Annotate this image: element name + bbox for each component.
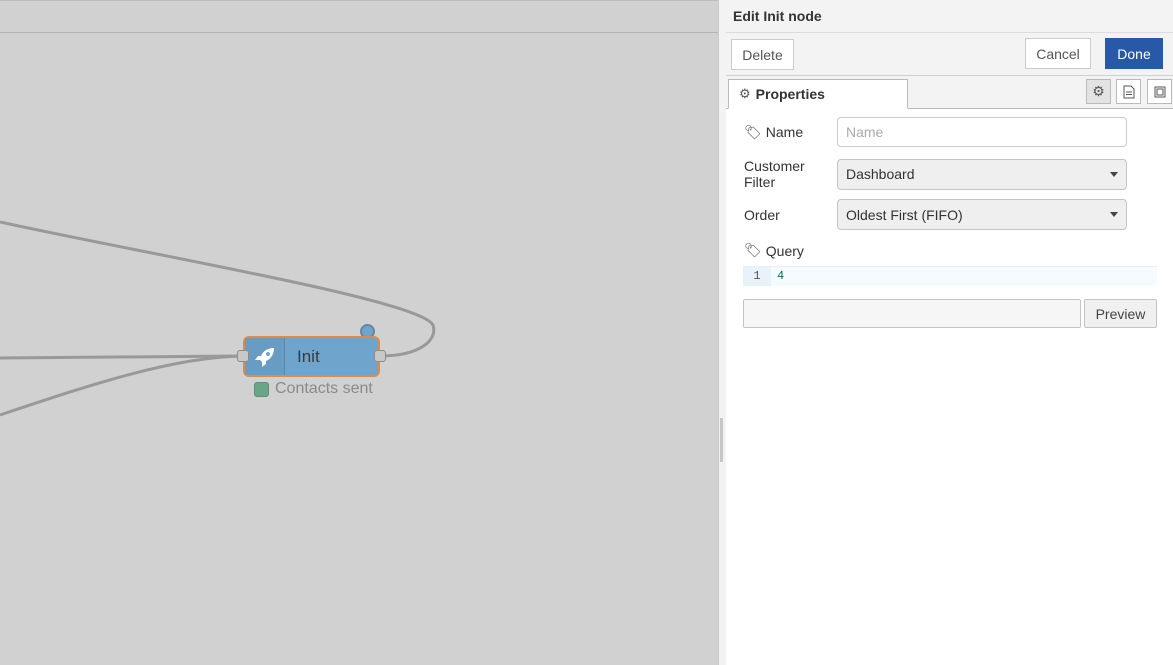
query-label: 🏷 Query: [744, 242, 804, 259]
order-select[interactable]: Oldest First (FIFO): [837, 199, 1127, 230]
chevron-down-icon: [1110, 171, 1118, 177]
flow-workspace[interactable]: Init Contacts sent: [0, 0, 718, 665]
tray-tabs: ⚙ Properties ⚙: [726, 76, 1173, 109]
edit-tray: Edit Init node Delete Cancel Done ⚙ Prop…: [726, 0, 1173, 665]
tray-title: Edit Init node: [726, 0, 1173, 33]
done-button[interactable]: Done: [1105, 38, 1163, 69]
query-label-text: Query: [765, 242, 804, 259]
preview-button[interactable]: Preview: [1084, 299, 1157, 328]
line-number: 1: [743, 267, 771, 286]
node-output-port[interactable]: [374, 350, 386, 362]
tag-icon: 🏷: [744, 242, 762, 258]
order-row: Order Oldest First (FIFO): [744, 199, 1127, 230]
wire-bottom: [0, 354, 241, 417]
status-text: Contacts sent: [275, 380, 373, 397]
node-input-port[interactable]: [237, 350, 249, 362]
customer-filter-row: Customer Filter Dashboard: [744, 158, 1127, 190]
node-label: Init: [297, 347, 320, 366]
order-value: Oldest First (FIFO): [846, 206, 963, 223]
gear-icon: ⚙: [739, 86, 751, 101]
customer-filter-label: Customer Filter: [744, 158, 805, 190]
appearance-tab[interactable]: [1147, 79, 1172, 104]
preview-output-field[interactable]: [743, 299, 1081, 328]
name-input[interactable]: [837, 117, 1127, 147]
delete-button[interactable]: Delete: [731, 39, 794, 70]
query-code[interactable]: 4: [771, 267, 784, 286]
customer-filter-value: Dashboard: [846, 166, 915, 182]
tab-properties[interactable]: ⚙ Properties: [728, 79, 908, 109]
frame-icon: [1154, 86, 1165, 97]
resize-grip[interactable]: [720, 418, 723, 462]
name-label-text: Name: [765, 124, 804, 140]
tray-resize-handle[interactable]: [718, 0, 726, 665]
customer-filter-select[interactable]: Dashboard: [837, 158, 1127, 190]
rocket-icon: [245, 338, 285, 375]
name-row: 🏷 Name: [744, 117, 1127, 147]
description-tab[interactable]: [1116, 79, 1141, 104]
query-editor[interactable]: 1 4: [743, 266, 1157, 286]
node-status: Contacts sent: [254, 380, 373, 398]
order-label: Order: [744, 206, 780, 223]
gear-icon: ⚙: [1092, 83, 1105, 99]
document-icon: [1123, 85, 1134, 98]
tag-icon: 🏷: [744, 123, 762, 140]
init-node[interactable]: Init: [237, 336, 386, 377]
wires-layer: [0, 220, 436, 417]
cancel-button[interactable]: Cancel: [1025, 38, 1091, 69]
status-dot-icon: [254, 381, 269, 397]
name-label: 🏷 Name: [744, 124, 837, 141]
node-settings-tab[interactable]: ⚙: [1086, 79, 1111, 104]
chevron-down-icon: [1110, 212, 1118, 217]
tray-toolbar: Delete Cancel Done: [726, 33, 1173, 76]
tab-properties-label: Properties: [755, 86, 825, 102]
